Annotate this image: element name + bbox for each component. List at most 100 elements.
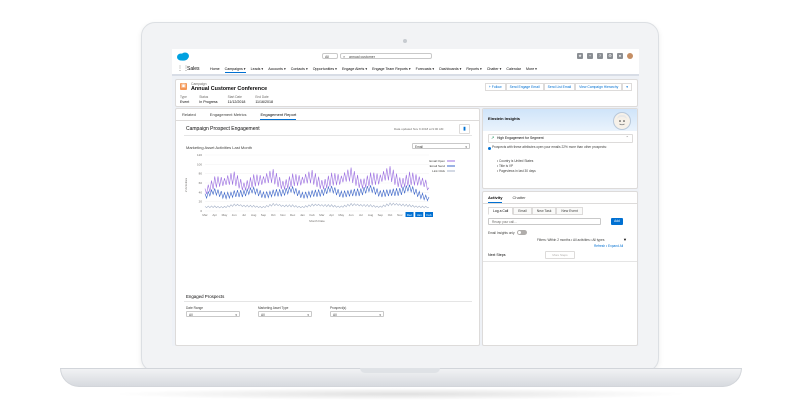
campaign-icon: ▣ xyxy=(180,83,187,90)
favorites-icon[interactable]: ★ xyxy=(577,53,583,59)
recap-call-input[interactable]: Recap your call... xyxy=(488,218,601,225)
toggle-knob xyxy=(518,231,521,234)
nav-item-calendar[interactable]: Calendar xyxy=(506,67,521,73)
add-icon[interactable]: + xyxy=(587,53,593,59)
x-tick-label: Aug xyxy=(251,213,257,217)
activities-line-chart: 020406080100120# ActivitiesMar Apr May Jun J… xyxy=(184,153,455,223)
insight-chip[interactable]: ↗ High Engagement for Segment ⌃ xyxy=(488,134,633,143)
chevron-down-icon: ▾ xyxy=(307,313,309,317)
insight-sentence: Prospects with these attributes open you… xyxy=(492,145,607,149)
tab-related[interactable]: Related xyxy=(182,112,196,120)
activity-subtabs: Log a Call Email New Task New Event xyxy=(488,207,583,215)
chevron-down-icon: ▾ xyxy=(465,145,467,149)
prospect-filter: Marketing Asset Type All ▾ xyxy=(258,306,312,317)
filter-label: Date Range xyxy=(186,306,204,310)
x-tick-label: Feb xyxy=(310,213,316,217)
setup-gear-icon[interactable]: ⚙ xyxy=(607,53,613,59)
series-line-email-open xyxy=(204,166,430,195)
nav-item-engage-team-reports[interactable]: Engage Team Reports ▾ xyxy=(372,67,411,73)
highlight-field: End Date 11/16/2018 xyxy=(255,95,273,104)
nav-item-opportunities[interactable]: Opportunities ▾ xyxy=(313,67,337,73)
email-insights-label: Email Insights only xyxy=(488,231,515,235)
filter-label: Prospect(s) xyxy=(330,306,347,310)
field-value: 11/12/2018 xyxy=(227,100,246,104)
x-tick-label: Oct xyxy=(271,213,276,217)
filter-select[interactable]: All ▾ xyxy=(330,311,384,317)
nav-item-contacts[interactable]: Contacts ▾ xyxy=(291,67,308,73)
filter-label: Marketing Asset Type xyxy=(258,306,289,310)
notifications-bell-icon[interactable]: ● xyxy=(617,53,623,59)
highlight-field: Status In Progress xyxy=(199,95,217,104)
nav-item-forecasts[interactable]: Forecasts ▾ xyxy=(416,67,435,73)
einstein-insights-card: Einstein Insights ↗ High Engagement for … xyxy=(482,108,638,189)
filter-select[interactable]: All ▾ xyxy=(258,311,312,317)
tab-divider xyxy=(176,120,479,121)
more-steps-button[interactable]: More Steps xyxy=(545,251,575,259)
nav-item-chatter[interactable]: Chatter ▾ xyxy=(487,67,502,73)
filter-value: All xyxy=(189,313,193,317)
main-panel: Related Engagement Metrics Engagement Repo… xyxy=(175,108,480,346)
nav-item-more[interactable]: More ▾ xyxy=(526,67,537,73)
tab-activity[interactable]: Activity xyxy=(488,195,503,203)
subtab-new-event[interactable]: New Event xyxy=(556,207,583,215)
updated-timestamp: Data updated Nov 9 2018 at 9:00 AM xyxy=(394,127,444,131)
header-icons: ★ + ? ⚙ ● xyxy=(577,53,633,59)
x-tick-label: Nov xyxy=(397,213,403,217)
subtab-email[interactable]: Email xyxy=(513,207,532,215)
x-tick-label: May xyxy=(222,213,228,217)
nav-item-engage-alerts[interactable]: Engage Alerts ▾ xyxy=(342,67,367,73)
x-tick-label: Apr xyxy=(329,213,334,217)
record-action-button[interactable]: Send List Email xyxy=(543,83,576,91)
more-actions-chevron-icon[interactable]: ▾ xyxy=(622,83,632,91)
nav-item-leads[interactable]: Leads ▾ xyxy=(251,67,264,73)
nav-item-accounts[interactable]: Accounts ▾ xyxy=(268,67,286,73)
insight-chip-label: High Engagement for Segment xyxy=(497,136,544,140)
record-action-button[interactable]: Send Engage Email xyxy=(505,83,544,91)
filter-funnel-icon[interactable]: ▼ xyxy=(623,237,627,242)
einstein-title: Einstein Insights xyxy=(488,116,521,121)
search-scope-select[interactable]: All xyxy=(322,53,338,59)
nav-item-reports[interactable]: Reports ▾ xyxy=(466,67,481,73)
chart-filter-select[interactable]: Email ▾ xyxy=(412,143,470,149)
field-value: In Progress xyxy=(199,100,218,104)
record-action-button[interactable]: + Follow xyxy=(484,83,506,91)
highlight-field: Type Event xyxy=(180,95,189,104)
global-search-input[interactable]: annual customer xyxy=(340,53,432,59)
activity-filters-text: Filters: Within 2 months • All activitie… xyxy=(537,238,605,242)
tab-chatter[interactable]: Chatter xyxy=(512,195,525,203)
email-insights-toggle[interactable] xyxy=(517,230,527,235)
subtab-new-task[interactable]: New Task xyxy=(531,207,557,215)
activity-tabs: Activity Chatter xyxy=(488,195,526,203)
next-steps-heading: Next Steps xyxy=(488,253,506,257)
field-label: Start Date xyxy=(227,95,242,99)
filter-value: All xyxy=(333,313,337,317)
filter-select[interactable]: All ▾ xyxy=(186,311,240,317)
nav-item-dashboards[interactable]: Dashboards ▾ xyxy=(439,67,461,73)
search-icon: ⌕ xyxy=(343,54,346,59)
x-tick-label: Oct xyxy=(388,213,393,217)
subtab-log-a-call[interactable]: Log a Call xyxy=(488,207,514,215)
insight-bullet: • Pageviews in last 30 days xyxy=(497,169,536,173)
record-highlight-fields: Type Event Status In Progress Start Date 11/1… xyxy=(180,95,273,104)
x-tick-label: Mar xyxy=(319,213,324,217)
user-avatar[interactable] xyxy=(627,53,633,59)
chart-icon-button[interactable]: ▮ xyxy=(459,124,470,134)
record-header: ▣ Campaign Annual Customer Conference + … xyxy=(175,79,638,107)
chevron-up-icon: ⌃ xyxy=(625,135,629,140)
x-tick-label: Jan xyxy=(300,213,305,217)
insight-bullet: • Country is United States xyxy=(497,159,534,163)
add-button[interactable]: Add xyxy=(611,218,623,225)
card-divider xyxy=(184,135,472,136)
help-icon[interactable]: ? xyxy=(597,53,603,59)
laptop-shadow xyxy=(110,388,690,400)
record-action-button[interactable]: View Campaign Hierarchy xyxy=(575,83,623,91)
refresh-expand-links[interactable]: Refresh • Expand All xyxy=(594,244,623,248)
tab-engagement-report[interactable]: Engagement Report xyxy=(260,112,297,120)
trend-up-icon: ↗ xyxy=(491,135,495,140)
engaged-prospects-title: Engaged Prospects xyxy=(186,294,225,299)
app-launcher-icon[interactable]: ⋮⋮ xyxy=(177,66,189,72)
nav-item-campaigns[interactable]: Campaigns ▾ xyxy=(224,67,246,73)
legend-label: Link Click xyxy=(432,169,445,173)
nav-item-home[interactable]: Home xyxy=(210,67,220,73)
tab-engagement-metrics[interactable]: Engagement Metrics xyxy=(210,112,247,120)
